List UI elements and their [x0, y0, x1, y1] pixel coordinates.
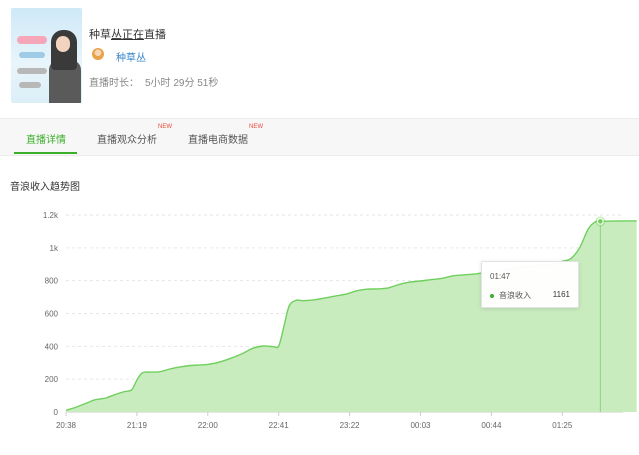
new-badge: NEW — [158, 124, 172, 130]
y-tick-label: 1.2k — [43, 211, 59, 220]
tab-ecommerce-data[interactable]: 直播电商数据 NEW — [188, 124, 263, 146]
series-area — [66, 220, 637, 412]
plot-area — [65, 216, 637, 412]
tab-stream-details[interactable]: 直播详情 — [26, 131, 66, 146]
cover-decoration — [19, 82, 41, 88]
chart-tooltip: 01:47 音浪收入 1161 — [481, 261, 579, 308]
income-trend-chart[interactable]: 0 200 400 600 800 1k 1.2k 20:38 21:19 22:00 22:41… — [0, 195, 639, 440]
new-badge: NEW — [249, 124, 263, 130]
tooltip-series-name: 音浪收入 — [499, 291, 531, 300]
tab-audience-analysis[interactable]: 直播观众分析 NEW — [97, 124, 172, 146]
series-dot-icon — [490, 294, 494, 298]
stream-title: 种草丛正在直播 — [89, 26, 166, 42]
streamer-avatar-icon[interactable] — [92, 48, 104, 60]
x-tick-label: 20:38 — [56, 421, 77, 430]
tooltip-time: 01:47 — [490, 272, 511, 281]
duration-value: 5小时 29分 51秒 — [145, 78, 219, 89]
tab-label: 直播观众分析 — [97, 135, 157, 146]
y-tick-label: 1k — [50, 244, 59, 253]
x-axis: 20:38 21:19 22:00 22:41 23:22 00:03 00:44 01:25 — [56, 412, 573, 430]
cover-decoration — [17, 36, 47, 44]
tab-bar: 直播详情 直播观众分析 NEW 直播电商数据 NEW — [0, 118, 639, 156]
hover-point — [597, 218, 604, 225]
cover-decoration — [19, 52, 45, 58]
y-tick-label: 0 — [54, 408, 59, 417]
room-header: 种草丛正在直播 种草丛 直播时长： 5小时 29分 51秒 — [0, 0, 639, 118]
y-tick-label: 400 — [45, 342, 59, 351]
x-tick-label: 01:25 — [552, 421, 573, 430]
y-tick-label: 200 — [45, 375, 59, 384]
stream-duration: 直播时长： 5小时 29分 51秒 — [89, 74, 218, 89]
y-axis: 0 200 400 600 800 1k 1.2k — [43, 211, 59, 417]
x-tick-label: 22:41 — [269, 421, 290, 430]
x-tick-label: 00:44 — [481, 421, 502, 430]
tab-label: 直播电商数据 — [188, 135, 248, 146]
cover-person-face — [56, 36, 70, 52]
x-tick-label: 21:19 — [127, 421, 148, 430]
stream-cover-image[interactable] — [11, 8, 82, 103]
duration-label: 直播时长： — [89, 78, 139, 89]
active-tab-indicator — [14, 152, 77, 154]
streamer-name-link[interactable]: 种草丛 — [116, 49, 146, 64]
tooltip-value: 1161 — [552, 290, 570, 299]
x-tick-label: 22:00 — [198, 421, 219, 430]
title-suffix: 直播 — [144, 29, 166, 41]
title-prefix: 种草 — [89, 29, 111, 41]
x-tick-label: 00:03 — [410, 421, 431, 430]
x-tick-label: 23:22 — [340, 421, 361, 430]
y-tick-label: 800 — [45, 277, 59, 286]
title-highlight: 丛正在 — [111, 29, 144, 41]
y-tick-label: 600 — [45, 310, 59, 319]
chart-title: 音浪收入趋势图 — [10, 182, 80, 193]
cover-decoration — [17, 68, 47, 74]
tab-label: 直播详情 — [26, 135, 66, 146]
